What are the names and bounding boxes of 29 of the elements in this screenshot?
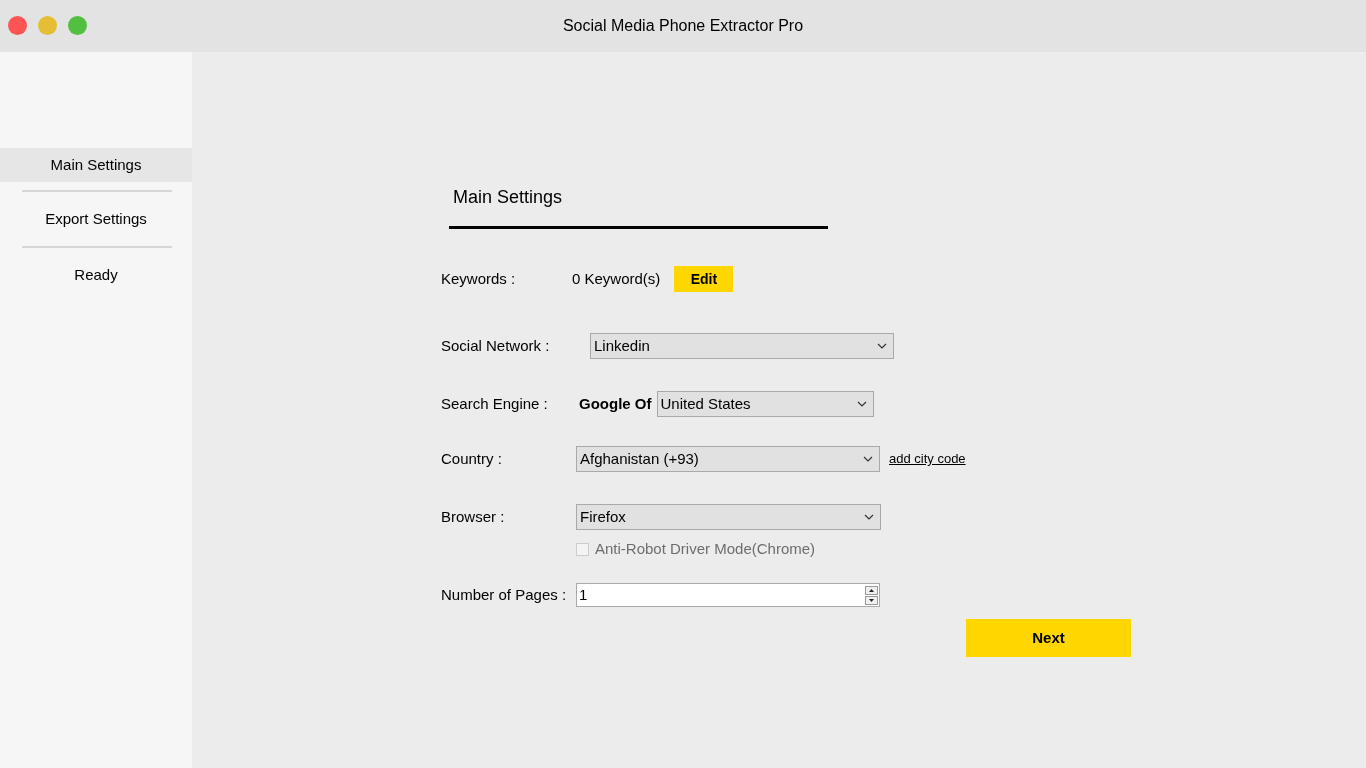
field-label: Social Network : xyxy=(441,335,551,356)
field-label: Country : xyxy=(441,448,503,469)
number-spinner[interactable]: 1 xyxy=(576,583,880,607)
chevron-down-icon xyxy=(864,514,874,520)
field-label: Number of Pages : xyxy=(441,584,568,605)
checkbox-label: Anti-Robot Driver Mode(Chrome) xyxy=(595,538,816,559)
edit-button[interactable]: Edit xyxy=(674,266,734,292)
dropdown[interactable]: Firefox xyxy=(576,504,881,530)
keyword-count: 0 Keyword(s) xyxy=(572,268,661,289)
section-heading: Main Settings xyxy=(453,187,563,207)
spin-up-icon[interactable] xyxy=(865,585,878,595)
close-button[interactable] xyxy=(8,16,27,35)
spin-down-icon[interactable] xyxy=(865,595,878,605)
chevron-down-icon xyxy=(863,456,873,462)
chevron-down-icon xyxy=(877,343,887,349)
dropdown[interactable]: United States xyxy=(656,391,874,417)
field-label: Search Engine : xyxy=(441,393,549,414)
add-city-code-link[interactable]: add city code xyxy=(889,449,966,469)
chevron-down-icon xyxy=(856,401,867,407)
minimize-button[interactable] xyxy=(38,16,57,35)
next-button[interactable]: Next xyxy=(966,619,1131,657)
window-title: Social Media Phone Extractor Pro xyxy=(562,16,804,36)
engine-name: Google Of xyxy=(579,393,652,414)
maximize-button[interactable] xyxy=(68,16,87,35)
field-label: Keywords : xyxy=(441,268,517,289)
sidebar-item[interactable]: Main Settings xyxy=(0,148,192,182)
dropdown[interactable]: Afghanistan (+93) xyxy=(576,446,880,472)
field-label: Browser : xyxy=(441,506,506,527)
dropdown[interactable]: Linkedin xyxy=(590,333,894,359)
